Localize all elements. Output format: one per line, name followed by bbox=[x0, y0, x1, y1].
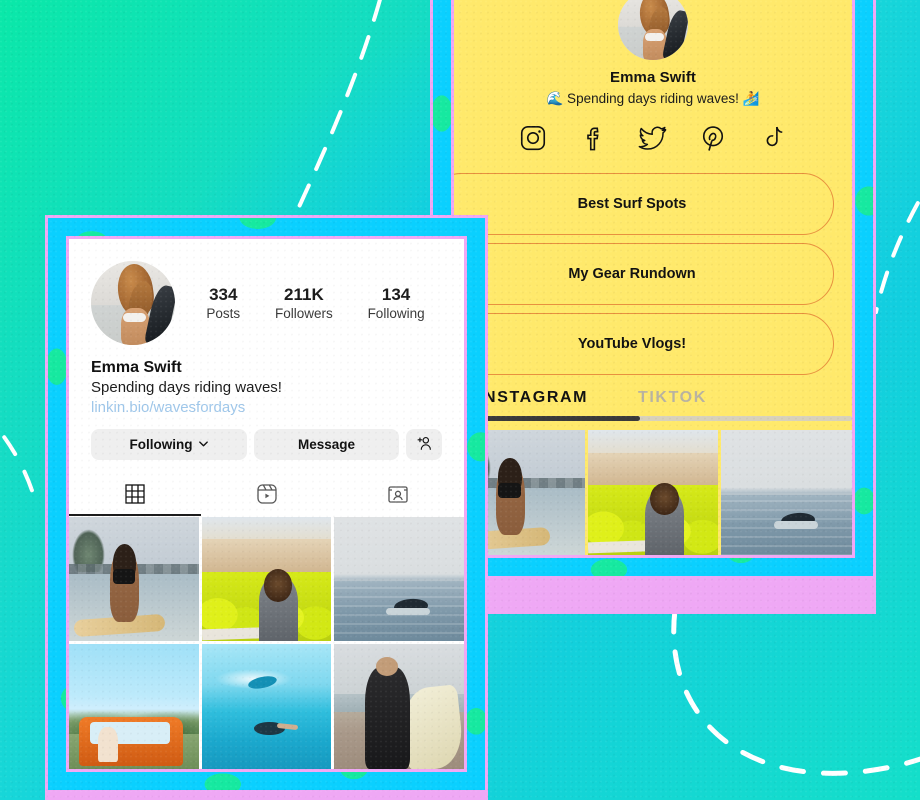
card-inner-outline: 334 Posts 211K Followers 134 Following E… bbox=[66, 236, 467, 772]
feed-thumbnail[interactable] bbox=[721, 430, 852, 555]
stat-value: 134 bbox=[381, 285, 411, 304]
following-button-label: Following bbox=[129, 437, 193, 452]
stat-followers[interactable]: 211K Followers bbox=[275, 285, 333, 321]
platform-tab-bar: INSTAGRAM TIKTOK bbox=[454, 389, 852, 407]
tab-posts[interactable] bbox=[69, 473, 201, 516]
card-inner-outline: Emma Swift 🌊 Spending days riding waves!… bbox=[451, 0, 855, 558]
reels-icon bbox=[255, 482, 279, 506]
profile-description: Spending days riding waves! bbox=[91, 379, 282, 396]
grid-icon bbox=[123, 482, 147, 506]
bio-link-button[interactable]: Best Surf Spots bbox=[454, 173, 834, 235]
profile-tab-bar bbox=[69, 472, 464, 516]
message-button-label: Message bbox=[297, 437, 356, 452]
bio-avatar bbox=[618, 0, 688, 60]
bio-profile-name: Emma Swift bbox=[609, 69, 697, 86]
social-links-row bbox=[454, 123, 852, 153]
bio-tagline: 🌊 Spending days riding waves! 🏄 bbox=[546, 91, 760, 106]
link-in-bio-surface: Emma Swift 🌊 Spending days riding waves!… bbox=[454, 0, 852, 555]
tagged-icon bbox=[386, 482, 410, 506]
profile-photo-grid bbox=[69, 517, 464, 769]
tab-tagged[interactable] bbox=[332, 473, 464, 515]
add-user-button[interactable] bbox=[406, 429, 442, 460]
stat-posts[interactable]: 334 Posts bbox=[206, 285, 240, 321]
feed-scrollbar[interactable] bbox=[460, 416, 852, 421]
bio-link-button[interactable]: YouTube Vlogs! bbox=[454, 313, 834, 375]
canvas: Emma Swift 🌊 Spending days riding waves!… bbox=[0, 0, 920, 800]
photo-grid-item[interactable] bbox=[69, 644, 199, 769]
instagram-profile-card: 334 Posts 211K Followers 134 Following E… bbox=[45, 215, 488, 800]
twitter-icon[interactable] bbox=[638, 123, 668, 153]
chevron-down-icon bbox=[198, 437, 209, 452]
photo-grid-item[interactable] bbox=[201, 644, 332, 769]
facebook-icon[interactable] bbox=[578, 123, 608, 153]
instagram-surface: 334 Posts 211K Followers 134 Following E… bbox=[69, 239, 464, 769]
stat-label: Followers bbox=[274, 306, 333, 321]
photo-grid-item[interactable] bbox=[334, 517, 464, 642]
card-camo-border: 334 Posts 211K Followers 134 Following E… bbox=[48, 218, 485, 790]
message-button[interactable]: Message bbox=[254, 429, 399, 460]
bio-link-label: YouTube Vlogs! bbox=[577, 336, 687, 352]
photo-grid-item[interactable] bbox=[69, 517, 199, 642]
tiktok-icon[interactable] bbox=[758, 123, 788, 153]
profile-stats: 334 Posts 211K Followers 134 Following bbox=[175, 285, 442, 321]
tab-reels[interactable] bbox=[201, 473, 333, 515]
following-button[interactable]: Following bbox=[91, 429, 247, 460]
bio-link-button[interactable]: My Gear Rundown bbox=[454, 243, 834, 305]
profile-link[interactable]: linkin.bio/wavesfordays bbox=[91, 399, 442, 416]
tab-tiktok[interactable]: TIKTOK bbox=[638, 389, 798, 407]
profile-header: 334 Posts 211K Followers 134 Following bbox=[69, 239, 464, 345]
link-in-bio-card: Emma Swift 🌊 Spending days riding waves!… bbox=[430, 0, 876, 614]
stat-label: Posts bbox=[206, 306, 241, 321]
instagram-icon[interactable] bbox=[518, 123, 548, 153]
stat-label: Following bbox=[367, 306, 425, 321]
stat-value: 334 bbox=[209, 285, 238, 304]
stat-value: 211K bbox=[284, 285, 324, 304]
feed-thumbnail[interactable] bbox=[587, 430, 719, 555]
bio-feed-strip bbox=[454, 430, 852, 555]
profile-full-name: Emma Swift bbox=[91, 359, 182, 376]
dashed-arc-bottom bbox=[600, 600, 920, 800]
photo-grid-item[interactable] bbox=[334, 644, 464, 769]
bio-link-label: Best Surf Spots bbox=[577, 196, 687, 212]
profile-bio: Emma Swift Spending days riding waves! l… bbox=[69, 345, 464, 416]
bio-links-list: Best Surf Spots My Gear Rundown YouTube … bbox=[454, 173, 852, 375]
card-camo-border: Emma Swift 🌊 Spending days riding waves!… bbox=[433, 0, 873, 576]
avatar[interactable] bbox=[91, 261, 175, 345]
tab-instagram[interactable]: INSTAGRAM bbox=[478, 389, 638, 407]
profile-actions: Following Message bbox=[69, 416, 464, 460]
stat-following[interactable]: 134 Following bbox=[368, 285, 425, 321]
pinterest-icon[interactable] bbox=[698, 123, 728, 153]
add-user-icon bbox=[415, 434, 433, 455]
bio-link-label: My Gear Rundown bbox=[568, 266, 696, 282]
photo-grid-item[interactable] bbox=[201, 517, 332, 642]
